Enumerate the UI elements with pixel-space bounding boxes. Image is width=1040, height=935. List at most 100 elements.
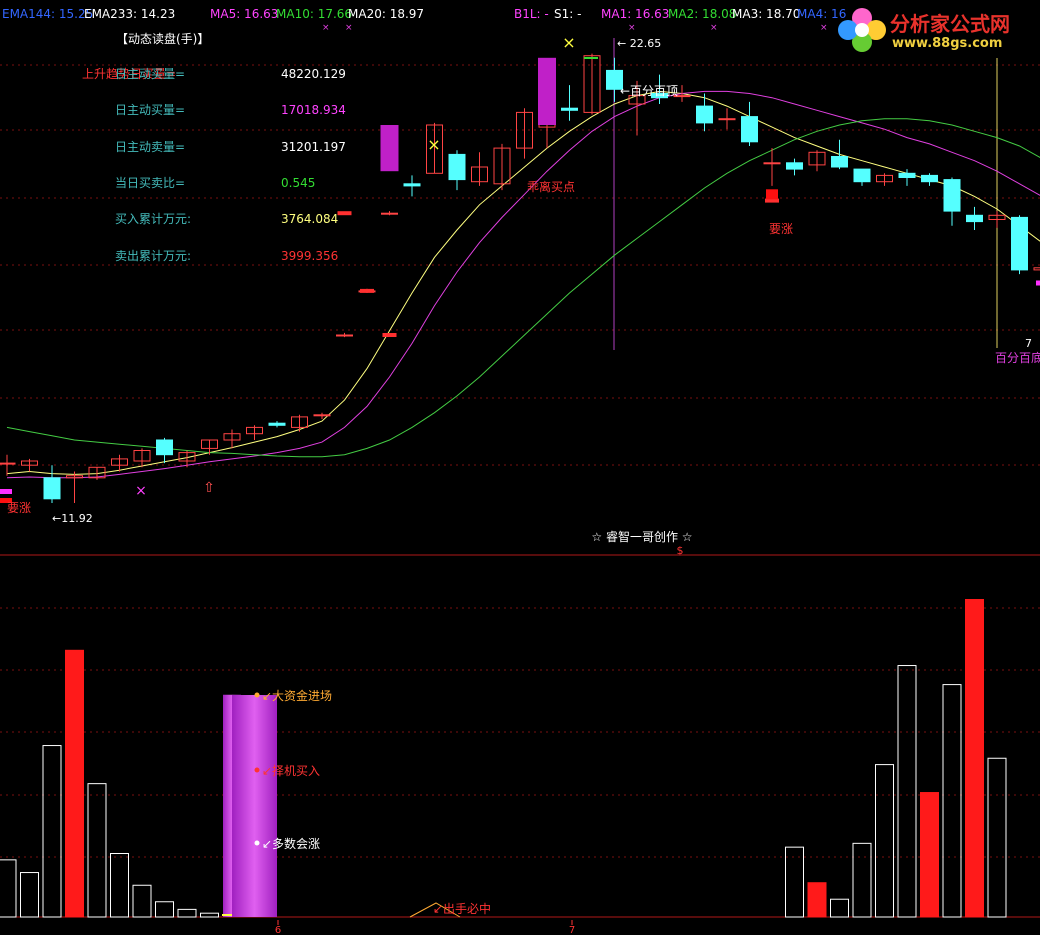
credit-label: ☆ 睿智一哥创作 ☆ — [591, 529, 692, 544]
header-indicator-7: MA1: 16.63 — [601, 7, 669, 21]
info-row-label: 当日买卖比= — [115, 176, 185, 190]
signal-bar — [382, 333, 397, 337]
volume-bar — [875, 764, 894, 918]
x-marker: × — [427, 135, 440, 154]
info-row-label: 卖出累计万元: — [115, 249, 191, 263]
header-indicator-4: MA20: 18.97 — [348, 7, 424, 21]
header-indicator-9: MA3: 18.70 — [732, 7, 800, 21]
info-row-label: 日主动卖量= — [115, 140, 185, 154]
info-row-value: 3764.084 — [281, 212, 338, 226]
rise-label-left: 要涨 — [7, 500, 31, 515]
candle-body — [0, 462, 16, 465]
magenta-signal — [1036, 280, 1040, 286]
signal-bar — [337, 211, 352, 216]
header-mark: × — [345, 23, 353, 33]
info-row-value: 3999.356 — [281, 249, 338, 263]
up-arrow-icon: ⇧ — [203, 480, 215, 496]
candle-body — [1033, 267, 1040, 271]
logo-url: www.88gs.com — [892, 36, 1003, 51]
info-row-value: 31201.197 — [281, 140, 346, 154]
flower-icon — [838, 8, 886, 52]
header-mark: × — [628, 23, 636, 33]
volume-bar — [65, 649, 84, 918]
candle-body — [561, 107, 578, 111]
candle-body — [696, 105, 713, 124]
candle-body — [268, 422, 286, 426]
most-rise-label: ↙多数会涨 — [262, 836, 320, 851]
select-buy-label: ↙择机买入 — [262, 764, 320, 778]
candle-body — [898, 172, 916, 179]
candle-body — [853, 168, 871, 183]
candle-body — [313, 414, 331, 417]
header-indicator-6: S1: - — [554, 7, 581, 21]
candle-body — [786, 162, 803, 170]
header-indicator-8: MA2: 18.08 — [668, 7, 736, 21]
volume-bar — [155, 901, 174, 918]
candle-body — [831, 156, 848, 168]
top-label: ←百分百顶 — [620, 84, 678, 98]
info-row-label: 日主动买量= — [115, 67, 185, 81]
dot-marker — [254, 692, 260, 698]
candle-body — [763, 162, 781, 165]
axis-mark: 6 — [275, 925, 281, 935]
header-mark: × — [322, 23, 330, 33]
magenta-signal — [0, 489, 12, 494]
volume-bar — [830, 898, 849, 918]
x-marker: × — [562, 33, 575, 52]
magenta-candle — [380, 125, 399, 172]
volume-bar — [20, 872, 39, 918]
rise-label-right: 要涨 — [769, 221, 793, 236]
must-win-label: ↙出手必中 — [433, 901, 491, 916]
candle-body — [156, 439, 173, 456]
header-mark: × — [710, 23, 718, 33]
volume-bar — [942, 684, 962, 918]
stock-chart[interactable]: EMA144: 15.25EMA233: 14.23 MA5: 16.63MA10… — [0, 0, 1040, 935]
candle-body — [943, 179, 961, 212]
candle-body — [403, 183, 421, 187]
dollar-mark: $ — [677, 544, 684, 557]
header-indicator-0: EMA144: 15.25 — [2, 7, 93, 21]
volume-bar — [42, 745, 62, 918]
candle-body — [448, 153, 466, 181]
right-number: 7 — [1025, 337, 1032, 350]
axis-mark: 7 — [569, 925, 575, 935]
info-row-value: 17018.934 — [281, 103, 346, 117]
volume-bar — [807, 882, 827, 918]
dot-marker — [254, 840, 260, 846]
big-capital-label: ↙大资金进场 — [262, 688, 332, 703]
volume-bar — [987, 757, 1007, 918]
volume-bar — [920, 792, 939, 918]
capital-bar — [232, 695, 277, 917]
volume-bar — [132, 884, 152, 918]
volume-bar — [852, 842, 872, 918]
signal-bar — [360, 288, 374, 293]
volume-bar — [200, 912, 219, 918]
rise-signal — [766, 189, 778, 200]
candle-body — [718, 118, 736, 121]
candle-body — [741, 116, 758, 143]
candle-body — [966, 214, 983, 223]
candle-body — [336, 334, 353, 337]
header-indicator-1: EMA233: 14.23 — [84, 7, 175, 21]
site-logo: 分析家公式网 www.88gs.com — [834, 4, 1034, 56]
candle-body — [1011, 216, 1028, 271]
candle-body — [381, 212, 398, 215]
buy-point-label: 乖离买点 — [527, 179, 575, 194]
low-price-label: ←11.92 — [52, 512, 93, 525]
volume-bar — [177, 908, 197, 918]
x-marker: × — [135, 483, 147, 499]
volume-bar — [110, 853, 129, 918]
info-row-value: 48220.129 — [281, 67, 346, 81]
info-row-label: 日主动买量= — [115, 103, 185, 117]
logo-title: 分析家公式网 — [890, 12, 1010, 36]
volume-bar — [87, 783, 107, 918]
info-row-label: 买入累计万元: — [115, 212, 191, 226]
dot-marker — [254, 767, 260, 773]
bottom-label: 百分百底 — [995, 350, 1040, 365]
info-panel-title: 【动态读盘(手)】 — [116, 31, 209, 46]
header-mark: × — [820, 23, 828, 33]
volume-bar — [897, 665, 917, 918]
ma-line-2 — [6, 118, 1040, 458]
volume-bar — [965, 599, 984, 918]
header-indicator-2: MA5: 16.63 — [210, 7, 278, 21]
